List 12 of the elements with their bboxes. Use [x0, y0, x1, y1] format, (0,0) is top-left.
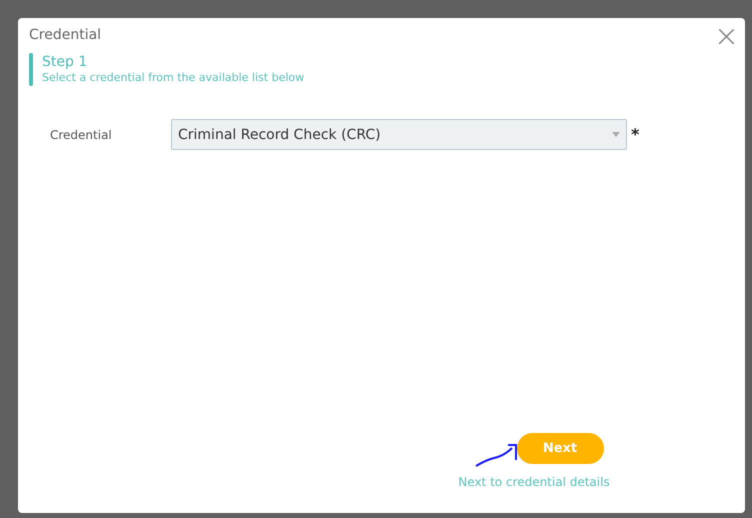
next-button[interactable]: Next — [516, 433, 604, 464]
step-instruction: Select a credential from the available list below — [42, 71, 304, 85]
close-button[interactable]: × — [714, 22, 739, 52]
annotation-arrow — [474, 442, 520, 468]
credential-dropdown[interactable]: Criminal Record Check (CRC) — [171, 119, 627, 150]
caret-icon — [612, 132, 620, 137]
required-mark: * — [631, 125, 640, 144]
dialog-title: Credential — [29, 27, 102, 43]
field-label: Credential — [50, 128, 113, 142]
step-marker — [29, 53, 33, 86]
step-title: Step 1 — [42, 53, 88, 71]
hint-text: Next to credential details — [458, 475, 610, 489]
